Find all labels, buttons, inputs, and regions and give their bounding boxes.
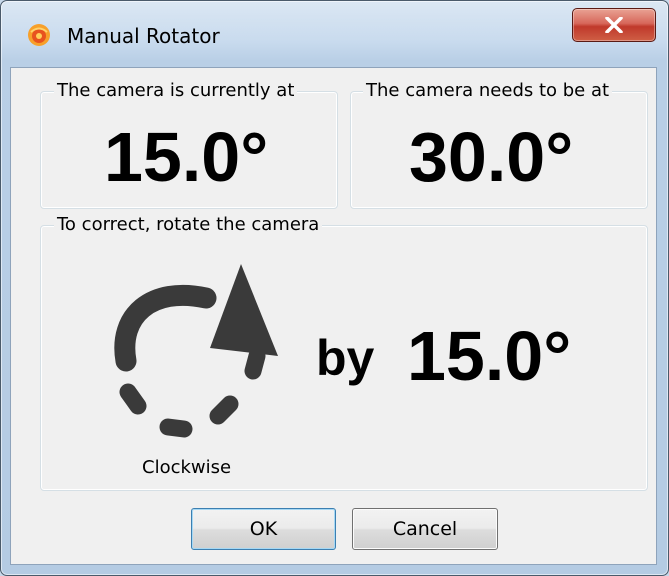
clockwise-arrow-icon (114, 264, 278, 438)
correction-legend: To correct, rotate the camera (54, 214, 323, 235)
close-button[interactable] (572, 8, 656, 42)
dialog-client-area: The camera is currently at 15.0° The cam… (10, 67, 657, 565)
title-bar[interactable]: Manual Rotator (1, 1, 668, 67)
current-position-legend: The camera is currently at (54, 80, 298, 101)
app-icon (28, 24, 50, 46)
current-position-group: The camera is currently at 15.0° (40, 80, 338, 209)
target-angle-value: 30.0° (409, 118, 574, 196)
cancel-button[interactable]: Cancel (352, 508, 498, 550)
correction-group: To correct, rotate the camera by 15.0° C… (40, 214, 648, 491)
window-title: Manual Rotator (67, 24, 220, 48)
target-position-group: The camera needs to be at 30.0° (350, 80, 648, 209)
current-angle-value: 15.0° (104, 118, 269, 196)
by-label: by (316, 330, 375, 386)
correction-angle-value: 15.0° (407, 317, 572, 395)
close-icon (605, 17, 623, 33)
manual-rotator-window: Manual Rotator The camera is currently a… (0, 0, 669, 576)
direction-label: Clockwise (142, 457, 232, 478)
ok-button[interactable]: OK (191, 508, 336, 550)
target-position-legend: The camera needs to be at (363, 80, 613, 101)
